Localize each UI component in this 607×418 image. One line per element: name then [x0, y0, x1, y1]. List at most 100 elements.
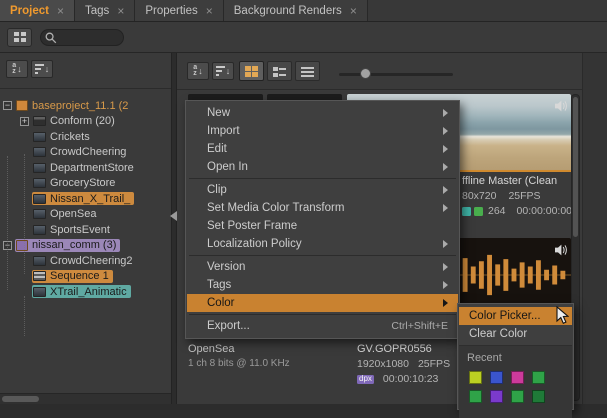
view-detail-button[interactable] — [267, 61, 292, 81]
tab[interactable]: Tags × — [75, 0, 135, 21]
expander-icon[interactable] — [3, 101, 12, 110]
clip-audio-details: 1 ch 8 bits @ 11.0 KHz — [188, 358, 290, 369]
clip-codec: 264 — [488, 205, 506, 217]
tab-close-icon[interactable]: × — [350, 5, 357, 17]
clip-fps: 25FPS — [508, 190, 540, 202]
tree-item-pill: CrowdCheering — [32, 146, 130, 159]
format-chip — [474, 207, 483, 216]
tab-label: Properties — [145, 5, 197, 17]
tree-item[interactable]: OpenSea — [0, 207, 171, 223]
grid-icon — [14, 32, 26, 42]
tree-guide-line — [24, 154, 25, 274]
tab-close-icon[interactable]: × — [117, 5, 124, 17]
tree-guide-line — [24, 296, 25, 336]
tab-label: Project — [10, 5, 49, 17]
tab-close-icon[interactable]: × — [206, 5, 213, 17]
tab-bar: Project × Tags × Properties × Background… — [0, 0, 607, 22]
tab-close-icon[interactable]: × — [57, 5, 64, 17]
color-swatch[interactable] — [490, 371, 503, 384]
bin-view-button[interactable] — [7, 28, 32, 47]
list-view-icon — [301, 66, 314, 77]
tree-item[interactable]: nissan_comm (3) — [0, 238, 171, 254]
tree-item[interactable]: DepartmentStore — [0, 160, 171, 176]
thumbnail-zoom-slider[interactable] — [339, 73, 453, 76]
menu-item[interactable]: Localization Policy — [187, 235, 458, 253]
tree-item-label: CrowdCheering2 — [50, 255, 133, 267]
tree-item[interactable]: Conform (20) — [0, 114, 171, 130]
menu-item-accessory — [443, 263, 448, 271]
menu-item[interactable]: New — [187, 104, 458, 122]
clip-icon — [33, 116, 46, 126]
format-chips — [462, 207, 483, 216]
color-swatch[interactable] — [511, 371, 524, 384]
arrow-down-icon: ↓ — [45, 65, 50, 74]
menu-item[interactable]: Open In — [187, 158, 458, 176]
sort-custom-button[interactable]: ↓ — [31, 60, 53, 78]
grid-view-icon — [245, 66, 258, 77]
color-swatch[interactable] — [469, 390, 482, 403]
tree-item-label: SportsEvent — [50, 224, 110, 236]
tree-item-pill: Crickets — [32, 130, 94, 143]
menu-item[interactable]: Tags — [187, 276, 458, 294]
expander-icon[interactable] — [19, 131, 30, 142]
search-box[interactable] — [40, 29, 124, 46]
tree-item[interactable]: CrowdCheering — [0, 145, 171, 161]
menu-item[interactable]: Export... Ctrl+Shift+E — [187, 317, 458, 335]
scrollbar-thumb[interactable] — [573, 97, 578, 237]
color-swatch[interactable] — [490, 390, 503, 403]
sort-alpha-button[interactable]: az ↓ — [187, 62, 209, 80]
clip-timecode: 00:00:10:23 — [383, 373, 438, 385]
search-input[interactable] — [58, 31, 120, 44]
project-toolbar — [0, 22, 607, 53]
tab[interactable]: Background Renders × — [224, 0, 368, 21]
view-list-button[interactable] — [295, 61, 320, 81]
tree-item[interactable]: CrowdCheering2 — [0, 253, 171, 269]
tab[interactable]: Properties × — [135, 0, 223, 21]
color-swatch[interactable] — [511, 390, 524, 403]
menu-item[interactable]: Import — [187, 122, 458, 140]
tree-item[interactable]: Sequence 1 — [0, 269, 171, 285]
open-sea-caption: OpenSea 1 ch 8 bits @ 11.0 KHz — [188, 343, 290, 369]
scrollbar-thumb[interactable] — [2, 396, 39, 402]
tree-item-pill: XTrail_Animatic — [32, 285, 131, 298]
menu-item[interactable]: Set Media Color Transform — [187, 199, 458, 217]
tree-item[interactable]: XTrail_Animatic — [0, 284, 171, 300]
menu-item[interactable]: Version — [187, 258, 458, 276]
tree-item-label: GroceryStore — [50, 177, 115, 189]
menu-item-accessory — [443, 240, 448, 248]
tree-item[interactable]: Crickets — [0, 129, 171, 145]
panel-collapse-arrow-icon[interactable] — [170, 211, 177, 221]
color-swatch[interactable] — [469, 371, 482, 384]
clip-icon — [33, 147, 46, 157]
expander-icon[interactable] — [20, 117, 29, 126]
tree-item-label: XTrail_Animatic — [50, 286, 127, 298]
view-grid-button[interactable] — [239, 61, 264, 81]
color-swatch[interactable] — [532, 371, 545, 384]
recent-colors-section: Recent — [459, 345, 572, 418]
menu-item[interactable] — [189, 178, 456, 179]
menu-item[interactable]: Color — [187, 294, 458, 312]
menu-item[interactable]: Edit — [187, 140, 458, 158]
sort-alpha-button[interactable]: az ↓ — [6, 60, 28, 78]
menu-item[interactable] — [189, 314, 456, 315]
menu-item[interactable]: Clip — [187, 181, 458, 199]
tree-item[interactable]: SportsEvent — [0, 222, 171, 238]
tree-item[interactable]: GroceryStore — [0, 176, 171, 192]
tree-item-pill: baseproject_11.1 (2 — [15, 99, 132, 112]
tab[interactable]: Project × — [0, 0, 75, 21]
zoom-slider-handle[interactable] — [360, 68, 371, 79]
mouse-cursor — [556, 306, 569, 330]
sort-custom-button[interactable]: ↓ — [212, 62, 234, 80]
sort-alpha-icon: az — [193, 65, 197, 77]
menu-item[interactable]: Set Poster Frame — [187, 217, 458, 235]
clip-icon — [33, 287, 46, 297]
tree-item[interactable]: baseproject_11.1 (2 — [0, 98, 171, 114]
tree-item[interactable]: Nissan_X_Trail_ — [0, 191, 171, 207]
tree-item-pill: CrowdCheering2 — [32, 254, 137, 267]
menu-item-label: Edit — [207, 143, 443, 155]
menu-item-label: Clear Color — [469, 328, 564, 340]
tree-horizontal-scrollbar[interactable] — [0, 393, 171, 404]
menu-item[interactable] — [189, 255, 456, 256]
color-swatch[interactable] — [532, 390, 545, 403]
clip-icon — [16, 100, 28, 111]
